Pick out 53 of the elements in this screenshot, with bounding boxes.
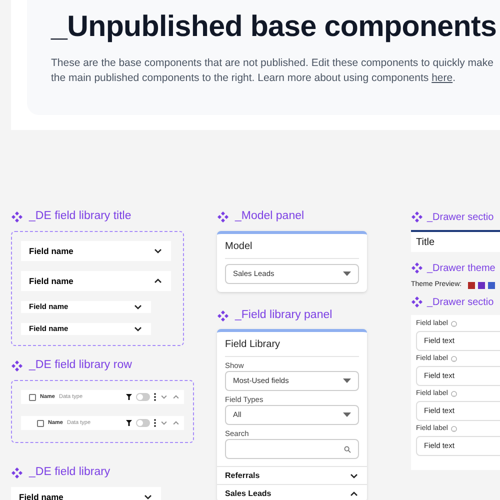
component-icon <box>217 310 229 322</box>
section-heading: _Drawer sectio <box>427 296 494 310</box>
page-title: _Unpublished base components <box>51 9 498 45</box>
component-icon <box>11 360 23 372</box>
section-heading: _Field library panel <box>235 308 332 324</box>
search-field[interactable] <box>225 439 359 459</box>
component-icon <box>11 467 23 479</box>
component-icon <box>217 211 229 223</box>
chevron-down-icon <box>160 419 168 427</box>
description-text: These are the base components that are not published. Edit these components to quickly make the main published components to the right. Learn more about using components here. <box>51 56 494 85</box>
help-icon <box>450 426 457 432</box>
caret-icon <box>343 378 351 384</box>
section-heading: _Drawer theme <box>427 262 496 276</box>
help-icon <box>450 356 457 362</box>
here-link[interactable]: here <box>432 72 453 84</box>
chevron-down-icon <box>153 246 163 256</box>
section-heading: _Drawer sectio <box>427 210 494 224</box>
panel-title: Model <box>225 234 359 259</box>
group-row[interactable]: Sales Leads <box>217 484 367 500</box>
chevron-down-icon <box>133 324 143 334</box>
component-icon <box>11 211 23 223</box>
field-name-row[interactable]: Field name <box>11 487 161 500</box>
chevron-down-icon <box>160 393 168 401</box>
section-heading: _Model panel <box>235 209 304 224</box>
help-icon <box>450 321 457 327</box>
component-icon <box>411 211 423 223</box>
search-icon <box>344 446 351 452</box>
panel-title: Field Library <box>225 332 359 357</box>
field-name: Field name <box>19 490 64 500</box>
toggle-switch[interactable] <box>136 393 150 401</box>
filter-icon[interactable] <box>126 420 132 426</box>
caret-icon <box>343 271 351 277</box>
section-heading: _DE field library row <box>29 358 132 374</box>
field-name-row[interactable]: Field name <box>21 241 171 261</box>
toggle-switch[interactable] <box>136 419 150 427</box>
chevron-down-icon <box>143 492 153 500</box>
checkbox[interactable] <box>29 394 36 400</box>
checkbox[interactable] <box>37 420 44 426</box>
group-row[interactable]: Referrals <box>217 466 367 484</box>
section-heading: _DE field library title <box>29 209 132 224</box>
chevron-up-icon <box>172 419 180 427</box>
field-name-row[interactable]: Field name <box>21 271 171 291</box>
component-icon <box>411 296 423 308</box>
help-icon <box>450 391 457 397</box>
caret-icon <box>343 412 351 418</box>
chevron-down-icon <box>133 302 143 312</box>
field-name: Field name <box>29 244 74 258</box>
section-heading: _DE field library <box>29 465 110 480</box>
filter-icon[interactable] <box>126 394 132 400</box>
drawer-title: Title <box>416 236 435 250</box>
chevron-up-icon <box>172 393 180 401</box>
component-icon <box>411 262 423 274</box>
field-name: Field name <box>29 274 74 288</box>
